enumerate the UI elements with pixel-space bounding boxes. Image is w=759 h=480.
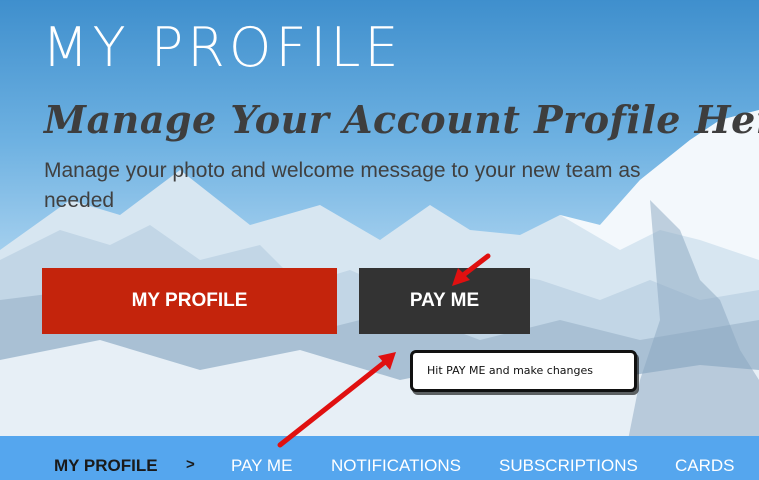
profile-nav-bar: MY PROFILE > PAY ME NOTIFICATIONS SUBSCR… xyxy=(0,436,759,480)
instruction-callout: Hit PAY ME and make changes xyxy=(410,350,637,392)
my-profile-button[interactable]: MY PROFILE xyxy=(42,268,337,334)
page-subtitle: Manage Your Account Profile Here xyxy=(44,97,759,142)
nav-item-cards[interactable]: CARDS xyxy=(675,456,735,476)
nav-item-pay-me[interactable]: PAY ME xyxy=(231,456,292,476)
nav-item-subscriptions[interactable]: SUBSCRIPTIONS xyxy=(499,456,638,476)
pay-me-button[interactable]: PAY ME xyxy=(359,268,530,334)
page-title: MY PROFILE xyxy=(42,16,403,79)
hero-banner: MY PROFILE Manage Your Account Profile H… xyxy=(0,0,759,480)
nav-separator: > xyxy=(186,456,195,473)
nav-item-my-profile[interactable]: MY PROFILE xyxy=(54,456,158,476)
nav-item-notifications[interactable]: NOTIFICATIONS xyxy=(331,456,461,476)
page-description: Manage your photo and welcome message to… xyxy=(44,159,641,212)
